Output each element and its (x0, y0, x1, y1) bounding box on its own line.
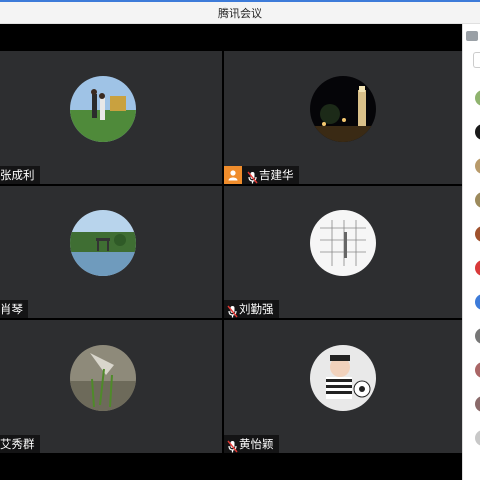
participant-avatar (310, 345, 376, 411)
video-grid: 张成利 吉建华 肖琴 刘勤强 艾秀群 黄怡颖 (0, 51, 462, 453)
participant-avatar (70, 210, 136, 276)
member-search-input[interactable] (473, 52, 480, 68)
member-list-avatar[interactable] (475, 158, 480, 174)
name-tag: 肖琴 (0, 300, 28, 318)
member-list-avatar[interactable] (475, 192, 480, 208)
participant-avatar (70, 76, 136, 142)
participant-tile[interactable]: 刘勤强 (224, 186, 462, 318)
participant-avatar (310, 210, 376, 276)
name-tag: 黄怡颖 (224, 435, 279, 453)
member-list-avatar[interactable] (475, 90, 480, 106)
top-strip (0, 24, 462, 51)
participant-avatar (70, 345, 136, 411)
chat-icon[interactable] (466, 31, 478, 41)
user-icon (224, 166, 242, 184)
member-list-avatar[interactable] (475, 124, 480, 140)
participant-name: 吉建华 (259, 168, 294, 182)
bottom-strip (0, 453, 462, 480)
grass-closeup-icon (70, 345, 136, 411)
participant-tile[interactable]: 黄怡颖 (224, 320, 462, 453)
participant-tile[interactable]: 艾秀群 (0, 320, 222, 453)
participant-name: 刘勤强 (239, 302, 274, 316)
microphone-muted-icon (227, 438, 238, 452)
participant-tile[interactable]: 张成利 (0, 51, 222, 184)
name-tag: 刘勤强 (224, 300, 279, 318)
grid-sketch-icon (310, 210, 376, 276)
member-list-avatar[interactable] (475, 294, 480, 310)
member-list-avatar[interactable] (475, 328, 480, 344)
landscape-photo-icon (70, 76, 136, 142)
night-tower-icon (310, 76, 376, 142)
member-sidebar (462, 24, 480, 480)
member-list-avatar[interactable] (475, 396, 480, 412)
name-tag: 张成利 (0, 166, 40, 184)
baby-football-icon (310, 345, 376, 411)
member-list-avatar[interactable] (475, 362, 480, 378)
title-bar: 腾讯会议 (0, 0, 480, 24)
title-accent-line (0, 0, 480, 2)
pavilion-lake-icon (70, 210, 136, 276)
participant-name: 黄怡颖 (239, 437, 274, 451)
name-tag: 艾秀群 (0, 435, 40, 453)
participant-avatar (310, 76, 376, 142)
participant-name: 张成利 (0, 168, 35, 182)
participant-tile[interactable]: 肖琴 (0, 186, 222, 318)
microphone-muted-icon (247, 169, 258, 183)
member-list-avatar[interactable] (475, 430, 480, 446)
member-list-avatar[interactable] (475, 260, 480, 276)
participant-name: 艾秀群 (0, 437, 35, 451)
name-tag: 吉建华 (224, 166, 299, 184)
microphone-muted-icon (227, 303, 238, 317)
member-list-avatar[interactable] (475, 226, 480, 242)
participant-tile[interactable]: 吉建华 (224, 51, 462, 184)
participant-name: 肖琴 (0, 302, 23, 316)
window-title: 腾讯会议 (218, 7, 262, 20)
